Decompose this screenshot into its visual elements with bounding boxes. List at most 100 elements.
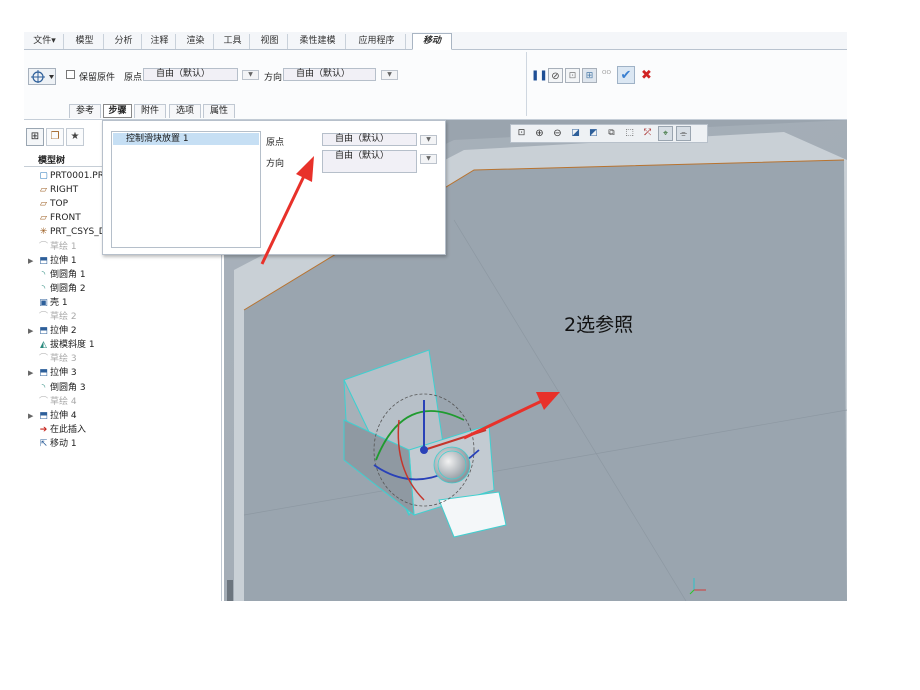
origin-dropdown[interactable]: 自由（默认） bbox=[143, 68, 238, 81]
tree-item[interactable]: ◝ 倒圆角 2 bbox=[28, 283, 86, 296]
zoom-in-icon[interactable]: ⊕ bbox=[532, 126, 547, 141]
tree-item-label: 移动 1 bbox=[50, 438, 77, 449]
view-toolbar: ⊡ ⊕ ⊖ ◪ ◩ ⧉ ⬚ ⤱ ⌖ ⌯ bbox=[510, 124, 708, 143]
tree-item[interactable]: ⌒ 草绘 4 bbox=[28, 396, 77, 409]
refit-icon[interactable]: ⊡ bbox=[514, 126, 529, 141]
zoom-out-icon[interactable]: ⊖ bbox=[550, 126, 565, 141]
tree-item[interactable]: ⌒ 草绘 3 bbox=[28, 353, 77, 366]
tree-item[interactable]: ▢ PRT0001.PRT bbox=[28, 170, 109, 183]
tree-item-label: 草绘 1 bbox=[50, 241, 77, 252]
popup-origin-dropdown[interactable]: 自由（默认） bbox=[322, 133, 417, 146]
tree-item[interactable]: ◭ 拔模斜度 1 bbox=[28, 339, 95, 352]
tree-item[interactable]: ▶ ⬒ 拉伸 2 bbox=[28, 325, 77, 338]
extrude-icon: ⬒ bbox=[39, 410, 48, 421]
tree-item[interactable]: ◝ 倒圆角 3 bbox=[28, 382, 86, 395]
view-manager-icon[interactable]: ⬚ bbox=[622, 126, 637, 141]
tab-flexible-modeling[interactable]: 柔性建模 bbox=[290, 34, 346, 49]
tab-move[interactable]: 移动 bbox=[412, 33, 452, 50]
tab-model[interactable]: 模型 bbox=[66, 34, 104, 49]
tree-item-label: 拉伸 1 bbox=[50, 255, 77, 266]
subtab-steps[interactable]: 步骤 bbox=[103, 104, 132, 118]
tree-item-label: 拔模斜度 1 bbox=[50, 340, 95, 351]
gizmo-origin[interactable] bbox=[420, 446, 428, 454]
insert-here-icon: ➔ bbox=[39, 424, 48, 435]
saved-views-icon[interactable]: ⧉ bbox=[604, 126, 619, 141]
direction-dropdown-arrow[interactable]: ▼ bbox=[381, 70, 398, 80]
tree-item-label: FRONT bbox=[50, 213, 81, 224]
tab-applications[interactable]: 应用程序 bbox=[348, 34, 406, 49]
subtab-options[interactable]: 选项 bbox=[169, 104, 201, 118]
tree-item[interactable]: ⏥ RIGHT bbox=[28, 184, 78, 197]
tab-analysis[interactable]: 分析 bbox=[106, 34, 142, 49]
extrude-icon: ⬒ bbox=[39, 255, 48, 266]
expand-arrow-icon[interactable]: ▶ bbox=[28, 410, 37, 423]
keep-original-label: 保留原件 bbox=[79, 73, 116, 83]
move-type-selector[interactable] bbox=[28, 68, 56, 85]
datum-display-icon[interactable]: ⤱ bbox=[640, 126, 655, 141]
model-tree-header: 模型树 bbox=[38, 156, 66, 166]
tree-item-label: 壳 1 bbox=[50, 297, 68, 308]
app-window: 文件▾ 模型 分析 注释 渲染 工具 视图 柔性建模 应用程序 移动 保留原件 … bbox=[24, 32, 847, 601]
round-icon: ◝ bbox=[41, 283, 46, 294]
sketch-icon: ⌒ bbox=[38, 241, 48, 252]
tab-view[interactable]: 视图 bbox=[252, 34, 288, 49]
pause-icon[interactable]: ❚❚ bbox=[531, 68, 548, 83]
expand-arrow-icon[interactable]: ▶ bbox=[28, 325, 37, 338]
tree-item[interactable]: ▣ 壳 1 bbox=[28, 297, 68, 310]
tab-tools[interactable]: 工具 bbox=[216, 34, 250, 49]
tab-annotate[interactable]: 注释 bbox=[144, 34, 176, 49]
favorites-icon[interactable]: ★ bbox=[66, 128, 84, 146]
tree-item[interactable]: ▶ ⬒ 拉伸 3 bbox=[28, 367, 77, 380]
origin-label: 原点 bbox=[124, 73, 143, 83]
repaint-icon[interactable]: ◪ bbox=[568, 126, 583, 141]
gizmo-ball[interactable] bbox=[433, 446, 471, 484]
folder-browser-icon[interactable]: ❐ bbox=[46, 128, 64, 146]
subtab-attachment[interactable]: 附件 bbox=[134, 104, 166, 118]
direction-label: 方向 bbox=[264, 73, 283, 83]
cancel-x-icon[interactable]: ✖ bbox=[639, 68, 654, 83]
annotation-display-icon[interactable]: ⌯ bbox=[676, 126, 691, 141]
tree-item[interactable]: ⌒ 草绘 1 bbox=[28, 241, 77, 254]
tree-item[interactable]: ◝ 倒圆角 1 bbox=[28, 269, 86, 282]
expand-arrow-icon[interactable]: ▶ bbox=[28, 255, 37, 268]
tree-item[interactable]: ⏥ FRONT bbox=[28, 212, 81, 225]
popup-direction-dropdown-arrow[interactable]: ▼ bbox=[420, 154, 437, 164]
display-style-icon[interactable]: ◩ bbox=[586, 126, 601, 141]
tree-item-label: 拉伸 3 bbox=[50, 368, 77, 379]
spin-center-icon[interactable]: ⌖ bbox=[658, 126, 673, 141]
extrude-icon: ⬒ bbox=[39, 326, 48, 337]
datum-plane-icon: ⏥ bbox=[40, 199, 47, 210]
tree-item[interactable]: ▶ ⬒ 拉伸 1 bbox=[28, 255, 77, 268]
tree-item[interactable]: ➔ 在此插入 bbox=[28, 424, 86, 437]
popup-origin-dropdown-arrow[interactable]: ▼ bbox=[420, 135, 437, 145]
subtab-properties[interactable]: 属性 bbox=[203, 104, 235, 118]
ribbon-tab-bar: 文件▾ 模型 分析 注释 渲染 工具 视图 柔性建模 应用程序 移动 bbox=[24, 32, 847, 50]
tree-item[interactable]: ✳ PRT_CSYS_D bbox=[28, 226, 106, 239]
round-icon: ◝ bbox=[41, 382, 46, 393]
steps-list-item[interactable]: 控制滑块放置 1 bbox=[113, 133, 259, 145]
origin-dropdown-arrow[interactable]: ▼ bbox=[242, 70, 259, 80]
tree-item-label: 草绘 4 bbox=[50, 396, 77, 407]
preview-icon[interactable]: ⊡ bbox=[565, 68, 580, 83]
keep-original-checkbox[interactable] bbox=[66, 70, 75, 79]
round-icon: ◝ bbox=[41, 269, 46, 280]
verify-icon[interactable]: ⊞ bbox=[582, 68, 597, 83]
ribbon-separator bbox=[526, 52, 527, 116]
tree-item[interactable]: ⇱ 移动 1 bbox=[28, 438, 77, 451]
popup-direction-dropdown[interactable]: 自由（默认） bbox=[322, 150, 417, 173]
part-icon: ▢ bbox=[39, 171, 48, 181]
direction-dropdown[interactable]: 自由（默认） bbox=[283, 68, 376, 81]
glasses-icon[interactable]: ᴼᴼ bbox=[599, 68, 614, 83]
tab-file[interactable]: 文件▾ bbox=[26, 34, 64, 49]
datum-plane-icon: ⏥ bbox=[40, 185, 47, 196]
expand-arrow-icon[interactable]: ▶ bbox=[28, 367, 37, 380]
tree-item[interactable]: ⏥ TOP bbox=[28, 198, 68, 211]
tree-item[interactable]: ▶ ⬒ 拉伸 4 bbox=[28, 410, 77, 423]
ok-check-icon[interactable]: ✔ bbox=[617, 66, 635, 84]
model-tree-tab-icon[interactable]: ⊞ bbox=[26, 128, 44, 146]
tab-render[interactable]: 渲染 bbox=[178, 34, 214, 49]
tree-item[interactable]: ⌒ 草绘 2 bbox=[28, 311, 77, 324]
tree-item-label: 拉伸 2 bbox=[50, 326, 77, 337]
no-preview-icon[interactable]: ⊘ bbox=[548, 68, 563, 83]
subtab-references[interactable]: 参考 bbox=[69, 104, 101, 118]
